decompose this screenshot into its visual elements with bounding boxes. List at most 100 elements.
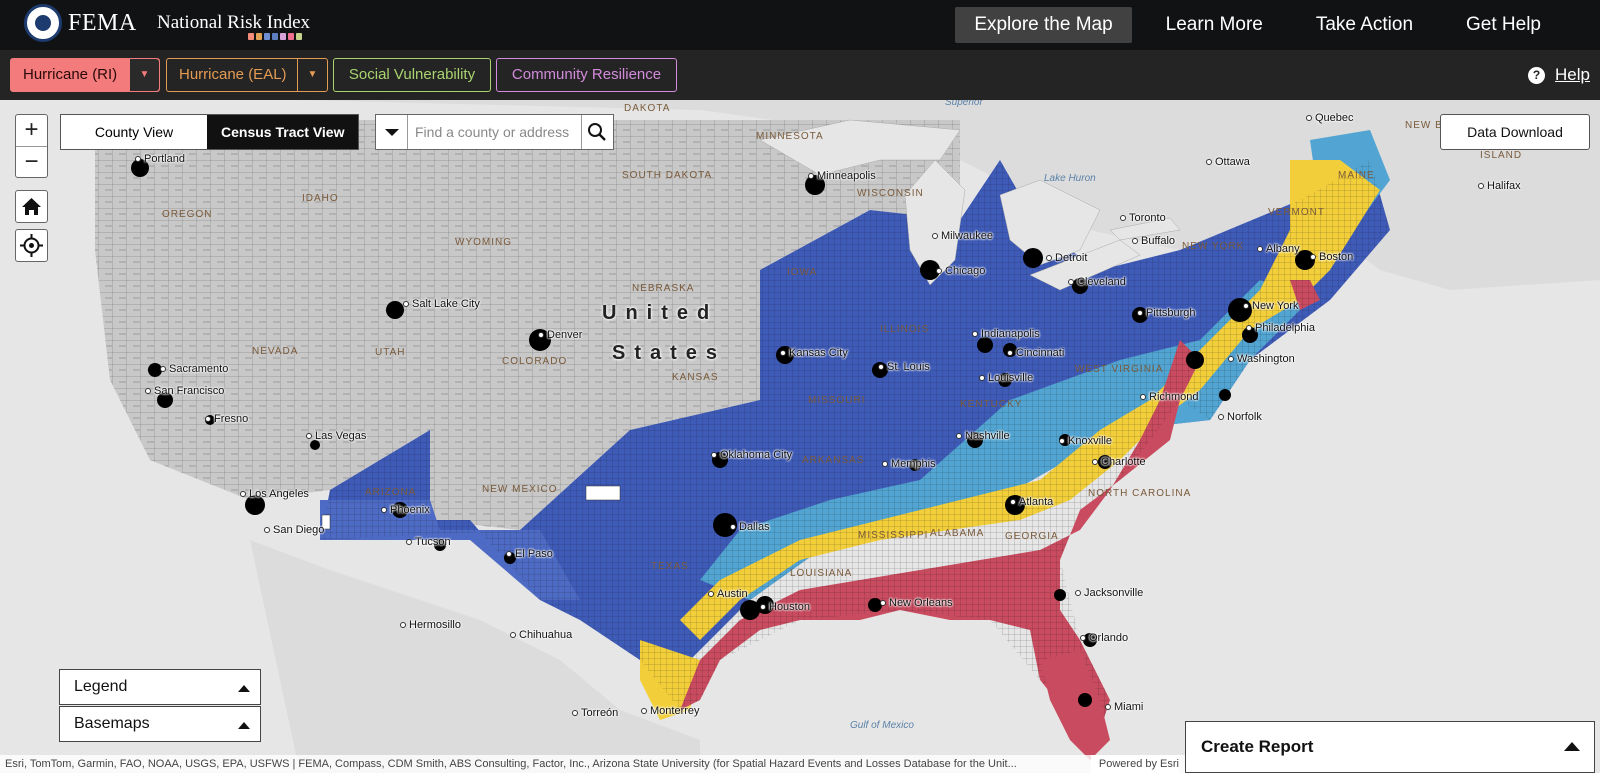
- city-label: Portland: [135, 153, 185, 165]
- state-label: MISSISSIPPI: [858, 530, 929, 541]
- state-label: LOUISIANA: [790, 568, 853, 579]
- data-download-button[interactable]: Data Download: [1440, 114, 1590, 150]
- city-label: Atlanta: [1010, 496, 1053, 508]
- city-label: El Paso: [506, 548, 553, 560]
- city-label: Salt Lake City: [403, 298, 480, 310]
- state-label: TEXAS: [651, 561, 689, 572]
- locate-button[interactable]: [15, 229, 48, 262]
- city-label: Louisville: [979, 372, 1033, 384]
- state-label: NEBRASKA: [632, 283, 695, 294]
- brand-dot: [272, 33, 278, 40]
- city-label: Ottawa: [1206, 156, 1250, 168]
- chevron-up-icon: [238, 685, 250, 692]
- search-icon: [588, 123, 606, 141]
- legend-label: Legend: [74, 678, 128, 695]
- caret-down-icon[interactable]: ▼: [129, 59, 159, 91]
- search-input[interactable]: [408, 115, 581, 149]
- city-label: Austin: [708, 588, 748, 600]
- state-label: VERMONT: [1268, 207, 1325, 218]
- community-resilience-button[interactable]: Community Resilience: [496, 58, 677, 92]
- state-label: ARKANSAS: [802, 455, 865, 466]
- create-report-panel-toggle[interactable]: Create Report: [1185, 721, 1595, 773]
- city-label: New York: [1243, 300, 1298, 312]
- help-link[interactable]: ? Help: [1528, 65, 1590, 85]
- app-title: National Risk Index: [157, 12, 311, 33]
- state-label: MAINE: [1338, 170, 1375, 181]
- city-label: Denver: [538, 329, 582, 341]
- state-label: WYOMING: [455, 237, 512, 248]
- state-label: NORTH CAROLINA: [1088, 488, 1192, 499]
- city-label: Cleveland: [1068, 276, 1126, 288]
- city-label: Knoxville: [1059, 435, 1112, 447]
- state-label: SOUTH DAKOTA: [622, 170, 713, 181]
- city-label: Richmond: [1140, 391, 1199, 403]
- brand-dot: [248, 33, 254, 40]
- zoom-out-button[interactable]: −: [16, 146, 47, 177]
- state-label: COLORADO: [502, 356, 568, 367]
- brand-dot: [264, 33, 270, 40]
- state-label: IDAHO: [302, 193, 339, 204]
- home-icon: [22, 198, 41, 215]
- city-label: Fresno: [205, 413, 248, 425]
- city-label: Dallas: [730, 521, 770, 533]
- brand-dot: [280, 33, 286, 40]
- state-label: UTAH: [375, 347, 406, 358]
- city-label: Buffalo: [1132, 235, 1175, 247]
- state-label: ARIZONA: [365, 487, 417, 498]
- city-label: San Diego: [264, 524, 324, 536]
- zoom-control: + −: [15, 114, 48, 178]
- nav-take-action[interactable]: Take Action: [1297, 7, 1432, 43]
- city-label: Monterrey: [641, 705, 700, 717]
- state-label: OREGON: [162, 209, 213, 220]
- help-label: Help: [1555, 65, 1590, 84]
- state-label: WISCONSIN: [857, 188, 924, 199]
- city-label: Toronto: [1120, 212, 1166, 224]
- water-label: Gulf of Mexico: [850, 720, 914, 731]
- zoom-in-button[interactable]: +: [16, 115, 47, 146]
- state-label: ILLINOIS: [880, 324, 930, 335]
- county-view-button[interactable]: County View: [61, 115, 207, 149]
- powered-by-esri[interactable]: Powered by Esri: [1090, 755, 1179, 773]
- city-label: Minneapolis: [808, 170, 876, 182]
- census-tract-view-button[interactable]: Census Tract View: [207, 115, 359, 149]
- agency-name: FEMA: [68, 9, 137, 36]
- state-label: GEORGIA: [1005, 531, 1059, 542]
- fema-logo[interactable]: FEMA: [24, 4, 137, 42]
- state-label: IOWA: [787, 267, 818, 278]
- city-label: Quebec: [1306, 112, 1354, 124]
- caret-down-icon[interactable]: [376, 115, 408, 149]
- basemaps-panel-toggle[interactable]: Basemaps: [59, 706, 261, 742]
- main-nav: Explore the Map Learn More Take Action G…: [940, 7, 1560, 43]
- basemaps-label: Basemaps: [74, 715, 150, 732]
- city-label: St. Louis: [878, 361, 930, 373]
- city-label: Halifax: [1478, 180, 1521, 192]
- city-label: Kansas City: [780, 347, 848, 359]
- city-label: Boston: [1310, 251, 1353, 263]
- legend-panel-toggle[interactable]: Legend: [59, 669, 261, 705]
- crosshair-icon: [20, 234, 43, 257]
- brand-dot: [288, 33, 294, 40]
- city-label: Detroit: [1046, 252, 1087, 264]
- state-label: ISLAND: [1480, 150, 1523, 161]
- nav-get-help[interactable]: Get Help: [1447, 7, 1560, 43]
- caret-down-icon[interactable]: ▼: [297, 59, 327, 91]
- city-label: Tucson: [406, 536, 451, 548]
- state-label: MISSOURI: [808, 395, 866, 406]
- social-vulnerability-button[interactable]: Social Vulnerability: [333, 58, 491, 92]
- city-label: Washington: [1228, 353, 1295, 365]
- state-label: WEST VIRGINIA: [1075, 364, 1164, 375]
- hurricane-risk-index-button[interactable]: Hurricane (RI) ▼: [10, 58, 160, 92]
- city-label: New Orleans: [880, 597, 953, 609]
- nav-explore-the-map[interactable]: Explore the Map: [955, 7, 1132, 43]
- search-button[interactable]: [581, 115, 613, 149]
- state-label: NEW MEXICO: [482, 484, 558, 495]
- hurricane-eal-button[interactable]: Hurricane (EAL) ▼: [166, 58, 328, 92]
- state-label: ALABAMA: [930, 528, 985, 539]
- no-data-block: [585, 485, 621, 501]
- state-label: MINNESOTA: [756, 131, 824, 142]
- home-button[interactable]: [15, 190, 48, 223]
- map-attribution: Esri, TomTom, Garmin, FAO, NOAA, USGS, E…: [0, 755, 1185, 773]
- city-label: Indianapolis: [972, 328, 1040, 340]
- nav-learn-more[interactable]: Learn More: [1147, 7, 1282, 43]
- city-label: Chicago: [936, 265, 985, 277]
